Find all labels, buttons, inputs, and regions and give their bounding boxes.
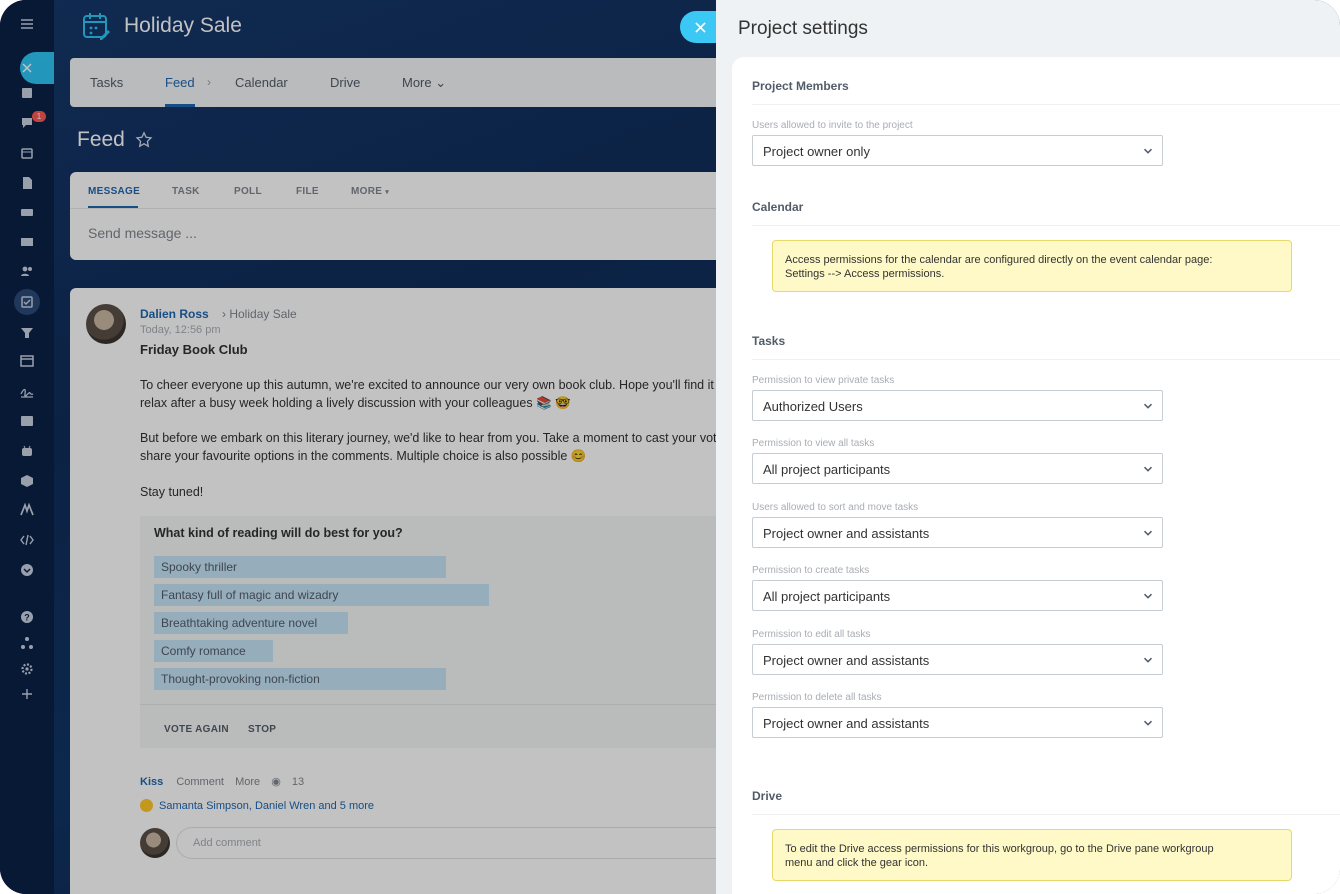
invite-permission-value: Project owner only	[763, 144, 870, 159]
task-permission-label: Permission to view private tasks	[752, 375, 895, 386]
section-calendar-title: Calendar	[752, 200, 804, 214]
view-all-tasks-select[interactable]: All project participants	[752, 453, 1163, 484]
task-permission-label: Permission to edit all tasks	[752, 629, 871, 640]
section-drive-title: Drive	[752, 789, 783, 803]
modal-overlay[interactable]	[0, 0, 716, 894]
task-permission-label: Users allowed to sort and move tasks	[752, 502, 919, 513]
select-value: All project participants	[763, 589, 891, 604]
close-icon	[694, 21, 706, 33]
chevron-down-icon	[1143, 593, 1153, 599]
note-text-line: menu and click the gear icon.	[785, 857, 929, 869]
section-tasks-title: Tasks	[752, 334, 786, 348]
note-text-line: Settings --> Access permissions.	[785, 268, 945, 280]
panel-title: Project settings	[738, 18, 868, 39]
drive-permissions-note: To edit the Drive access permissions for…	[772, 829, 1292, 881]
invite-permission-select[interactable]: Project owner only	[752, 135, 1163, 166]
app-window: 1 ? Holiday Sale Tasks › Feed Calendar D…	[0, 0, 1340, 894]
close-slider-button[interactable]	[680, 11, 716, 43]
chevron-down-icon	[1143, 657, 1153, 663]
section-divider	[752, 104, 1340, 105]
invite-permission-label: Users allowed to invite to the project	[752, 120, 913, 131]
edit-all-tasks-select[interactable]: Project owner and assistants	[752, 644, 1163, 675]
chevron-down-icon	[1143, 530, 1153, 536]
select-value: All project participants	[763, 462, 891, 477]
select-value: Project owner and assistants	[763, 716, 930, 731]
section-divider	[752, 359, 1340, 360]
chevron-down-icon	[1143, 466, 1153, 472]
chevron-down-icon	[1143, 720, 1153, 726]
main-app: 1 ? Holiday Sale Tasks › Feed Calendar D…	[0, 0, 724, 894]
task-permission-label: Permission to create tasks	[752, 565, 870, 576]
create-tasks-select[interactable]: All project participants	[752, 580, 1163, 611]
delete-all-tasks-select[interactable]: Project owner and assistants	[752, 707, 1163, 738]
project-settings-panel: Project settings Project Members Users a…	[716, 0, 1340, 894]
section-divider	[752, 814, 1340, 815]
chevron-down-icon	[1143, 148, 1153, 154]
chevron-down-icon	[1143, 403, 1153, 409]
task-permission-label: Permission to delete all tasks	[752, 692, 882, 703]
select-value: Project owner and assistants	[763, 526, 930, 541]
sort-move-tasks-select[interactable]: Project owner and assistants	[752, 517, 1163, 548]
select-value: Project owner and assistants	[763, 653, 930, 668]
note-text-line: Access permissions for the calendar are …	[785, 254, 1213, 266]
select-value: Authorized Users	[763, 399, 863, 414]
section-members-title: Project Members	[752, 79, 849, 93]
settings-form: Project Members Users allowed to invite …	[732, 57, 1340, 894]
calendar-permissions-note: Access permissions for the calendar are …	[772, 240, 1292, 292]
view-private-tasks-select[interactable]: Authorized Users	[752, 390, 1163, 421]
task-permission-label: Permission to view all tasks	[752, 438, 875, 449]
note-text-line: To edit the Drive access permissions for…	[785, 843, 1214, 855]
section-divider	[752, 225, 1340, 226]
